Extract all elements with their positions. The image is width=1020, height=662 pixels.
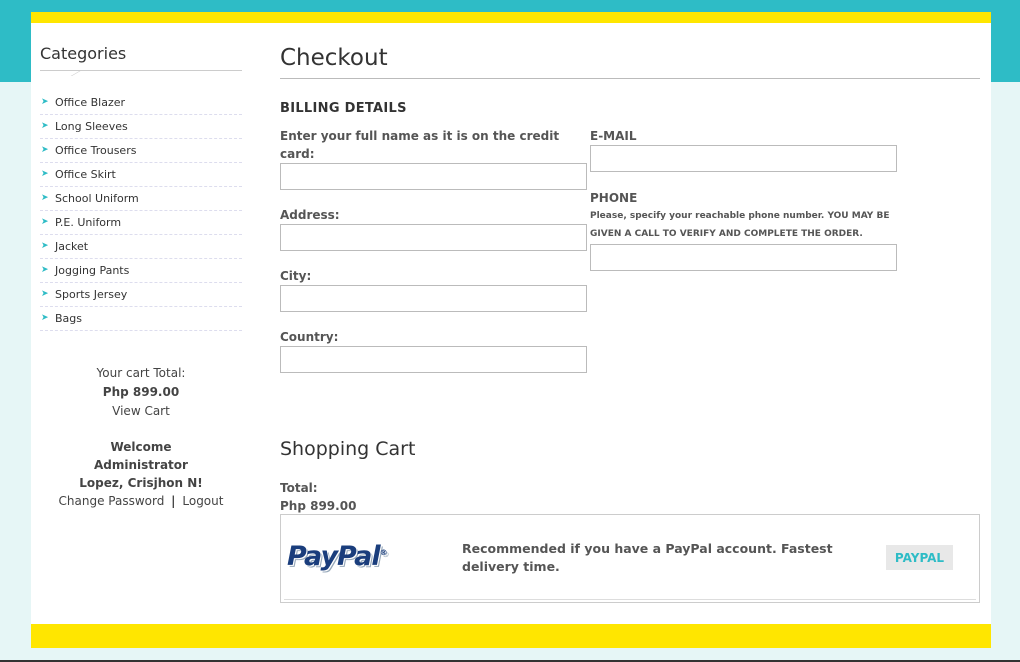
registered-mark: ® bbox=[379, 548, 388, 557]
sidebar: Categories ➤ Office Blazer ➤ Long Sleeves … bbox=[40, 23, 242, 510]
cart-total-value: Php 899.00 bbox=[102, 385, 180, 399]
arrow-right-icon: ➤ bbox=[41, 313, 49, 323]
categories-divider bbox=[40, 70, 242, 71]
city-label: City: bbox=[280, 269, 312, 283]
paypal-description: Recommended if you have a PayPal account… bbox=[462, 541, 833, 574]
main-content: Checkout BILLING DETAILS Enter your full… bbox=[280, 23, 980, 603]
billing-heading: BILLING DETAILS bbox=[280, 101, 407, 116]
name-field[interactable] bbox=[280, 163, 587, 190]
user-role: Administrator bbox=[94, 458, 188, 472]
category-label: Office Trousers bbox=[55, 144, 137, 157]
category-item[interactable]: ➤ Long Sleeves bbox=[40, 115, 242, 139]
arrow-right-icon: ➤ bbox=[41, 145, 49, 155]
category-list: ➤ Office Blazer ➤ Long Sleeves ➤ Office Tro… bbox=[40, 91, 242, 331]
address-label: Address: bbox=[280, 208, 340, 222]
category-label: Bags bbox=[55, 312, 83, 325]
phone-label: PHONE bbox=[590, 191, 638, 205]
page-title: Checkout bbox=[280, 45, 980, 79]
total-label: Total: bbox=[280, 481, 318, 495]
name-label: Enter your full name as it is on the cre… bbox=[280, 129, 560, 161]
view-cart-link[interactable]: View Cart bbox=[40, 402, 242, 421]
billing-form-left: Enter your full name as it is on the cre… bbox=[280, 127, 590, 373]
cart-total-label: Your cart Total: bbox=[96, 366, 186, 380]
category-item[interactable]: ➤ School Uniform bbox=[40, 187, 242, 211]
total-value: Php 899.00 bbox=[280, 499, 357, 513]
category-item[interactable]: ➤ Office Trousers bbox=[40, 139, 242, 163]
category-label: P.E. Uniform bbox=[55, 216, 122, 229]
arrow-right-icon: ➤ bbox=[41, 265, 49, 275]
link-separator: | bbox=[171, 494, 176, 508]
arrow-right-icon: ➤ bbox=[41, 289, 49, 299]
category-label: School Uniform bbox=[55, 192, 139, 205]
category-label: Office Blazer bbox=[55, 96, 126, 109]
category-item[interactable]: ➤ Bags bbox=[40, 307, 242, 331]
category-item[interactable]: ➤ Sports Jersey bbox=[40, 283, 242, 307]
category-label: Jacket bbox=[55, 240, 89, 253]
paypal-button[interactable]: PAYPAL bbox=[886, 545, 953, 570]
arrow-right-icon: ➤ bbox=[41, 97, 49, 107]
change-password-link[interactable]: Change Password bbox=[59, 494, 165, 508]
arrow-right-icon: ➤ bbox=[41, 217, 49, 227]
paypal-logo-text: PayPal bbox=[287, 541, 381, 572]
account-links: Change Password | Logout bbox=[40, 492, 242, 510]
categories-title: Categories bbox=[40, 44, 127, 63]
order-total: Total: Php 899.00 bbox=[280, 479, 356, 515]
billing-form-right: E-MAIL PHONE Please, specify your reacha… bbox=[590, 127, 900, 271]
phone-note: Please, specify your reachable phone num… bbox=[590, 211, 890, 239]
arrow-right-icon: ➤ bbox=[41, 193, 49, 203]
logout-link[interactable]: Logout bbox=[182, 494, 223, 508]
page-container: Categories ➤ Office Blazer ➤ Long Sleeves … bbox=[31, 12, 991, 648]
address-field[interactable] bbox=[280, 224, 587, 251]
category-item[interactable]: ➤ Office Skirt bbox=[40, 163, 242, 187]
payment-option-paypal: PayPal® Recommended if you have a PayPal… bbox=[280, 514, 980, 603]
footer-bar bbox=[31, 624, 991, 648]
email-label: E-MAIL bbox=[590, 129, 637, 143]
country-label: Country: bbox=[280, 330, 339, 344]
arrow-right-icon: ➤ bbox=[41, 169, 49, 179]
category-item[interactable]: ➤ Jacket bbox=[40, 235, 242, 259]
category-item[interactable]: ➤ P.E. Uniform bbox=[40, 211, 242, 235]
city-field[interactable] bbox=[280, 285, 587, 312]
welcome-text: Welcome bbox=[110, 440, 172, 454]
category-item[interactable]: ➤ Jogging Pants bbox=[40, 259, 242, 283]
payment-row-divider bbox=[284, 599, 976, 600]
arrow-right-icon: ➤ bbox=[41, 121, 49, 131]
user-panel: Welcome Administrator Lopez, Crisjhon N!… bbox=[40, 438, 242, 510]
shopping-cart-heading: Shopping Cart bbox=[280, 438, 416, 460]
category-label: Sports Jersey bbox=[55, 288, 128, 301]
arrow-right-icon: ➤ bbox=[41, 241, 49, 251]
category-label: Office Skirt bbox=[55, 168, 116, 181]
category-label: Long Sleeves bbox=[55, 120, 128, 133]
phone-field[interactable] bbox=[590, 244, 897, 271]
email-field[interactable] bbox=[590, 145, 897, 172]
cart-summary: Your cart Total: Php 899.00 View Cart bbox=[40, 364, 242, 421]
user-name: Lopez, Crisjhon N! bbox=[79, 476, 203, 490]
paypal-logo: PayPal® bbox=[287, 541, 388, 572]
category-label: Jogging Pants bbox=[55, 264, 130, 277]
category-item[interactable]: ➤ Office Blazer bbox=[40, 91, 242, 115]
country-field[interactable] bbox=[280, 346, 587, 373]
